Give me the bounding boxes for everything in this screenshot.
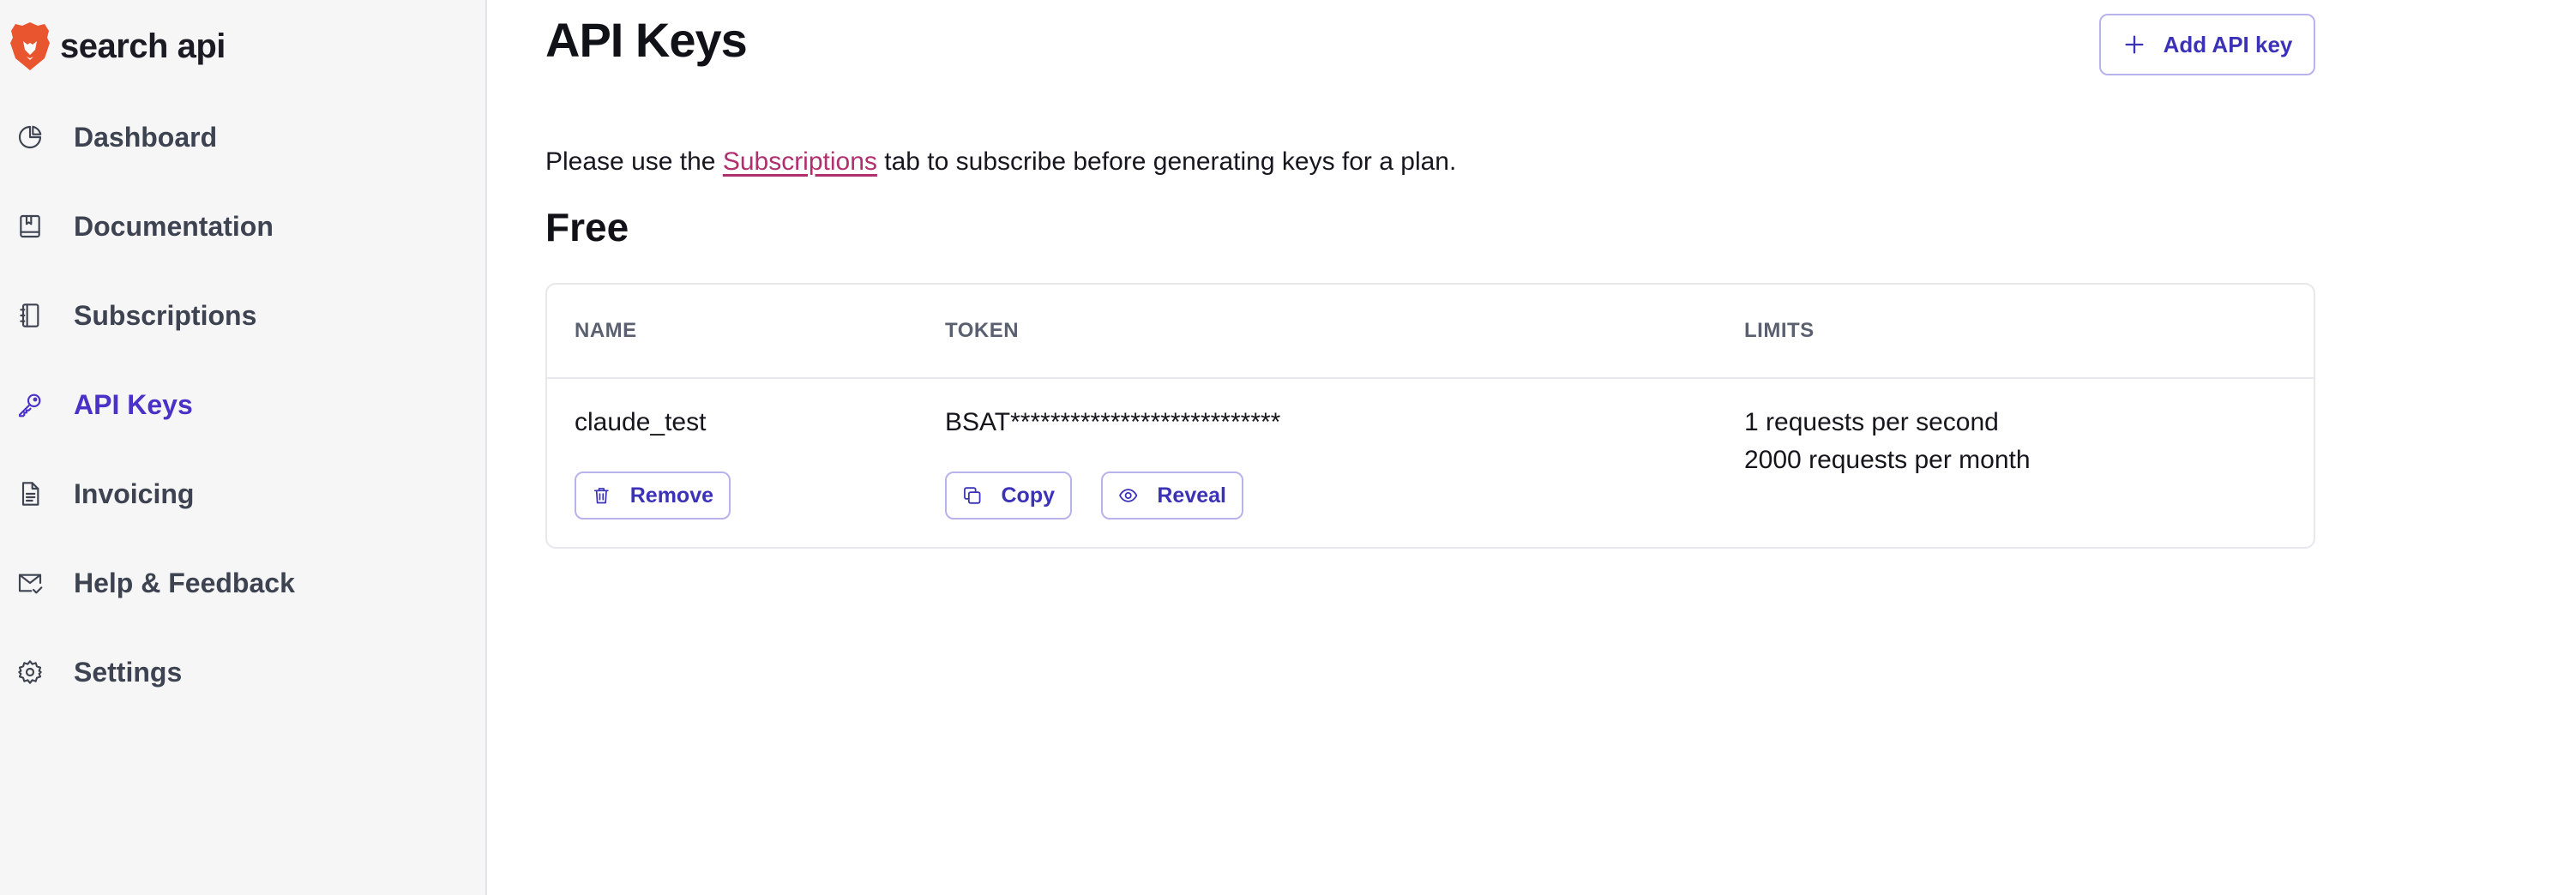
sidebar-item-subscriptions[interactable]: Subscriptions xyxy=(15,285,256,346)
remove-key-button[interactable]: Remove xyxy=(575,472,731,520)
trash-icon xyxy=(593,488,609,504)
notice-text-before: Please use the xyxy=(545,147,723,176)
subscription-notice: Please use the Subscriptions tab to subs… xyxy=(545,147,1456,177)
notice-text-after: tab to subscribe before generating keys … xyxy=(876,147,1457,176)
column-header-limits: LIMITS xyxy=(1744,319,1815,342)
subscriptions-link[interactable]: Subscriptions xyxy=(723,147,877,176)
notebook-icon xyxy=(15,301,45,330)
copy-token-button[interactable]: Copy xyxy=(945,472,1072,520)
sidebar-item-invoicing[interactable]: Invoicing xyxy=(15,463,194,525)
copy-icon xyxy=(964,487,981,504)
book-icon xyxy=(15,212,45,241)
page-title: API Keys xyxy=(545,13,748,67)
limit-per-second: 1 requests per second xyxy=(1744,408,1999,436)
sidebar-item-label: Settings xyxy=(74,656,183,688)
gear-icon xyxy=(15,658,45,687)
limit-per-month: 2000 requests per month xyxy=(1744,446,2031,474)
lion-logo-icon xyxy=(10,22,50,70)
column-header-name: NAME xyxy=(575,319,637,342)
pie-chart-icon xyxy=(15,123,45,152)
key-token: BSAT*************************** xyxy=(945,408,1281,436)
key-name: claude_test xyxy=(575,408,707,436)
mail-check-icon xyxy=(15,568,45,598)
sidebar-item-dashboard[interactable]: Dashboard xyxy=(15,106,217,168)
sidebar-item-label: Documentation xyxy=(74,210,274,242)
remove-label: Remove xyxy=(629,483,713,508)
sidebar-item-settings[interactable]: Settings xyxy=(15,641,182,703)
sidebar-item-label: Dashboard xyxy=(74,121,218,153)
column-header-token: TOKEN xyxy=(945,319,1020,342)
sidebar-item-label: Invoicing xyxy=(74,478,195,509)
reveal-label: Reveal xyxy=(1157,483,1226,508)
add-api-key-button[interactable]: Add API key xyxy=(2099,14,2315,75)
sidebar-item-documentation[interactable]: Documentation xyxy=(15,195,274,257)
plan-heading: Free xyxy=(545,205,629,249)
add-api-key-label: Add API key xyxy=(2163,31,2293,57)
sidebar-item-label: API Keys xyxy=(74,388,193,420)
table-header: NAME TOKEN LIMITS xyxy=(547,285,2314,379)
document-icon xyxy=(15,479,45,508)
reveal-token-button[interactable]: Reveal xyxy=(1101,472,1243,520)
brand-logo[interactable]: search api xyxy=(9,21,226,72)
key-icon xyxy=(15,390,45,419)
sidebar-item-label: Help & Feedback xyxy=(74,567,295,598)
brand-name: search api xyxy=(60,27,226,65)
plus-icon xyxy=(2125,35,2144,54)
sidebar-item-label: Subscriptions xyxy=(74,299,257,331)
sidebar-item-help-feedback[interactable]: Help & Feedback xyxy=(15,552,295,614)
sidebar-item-api-keys[interactable]: API Keys xyxy=(15,374,193,435)
api-keys-table: NAME TOKEN LIMITS claude_test BSAT******… xyxy=(545,283,2315,549)
copy-label: Copy xyxy=(1001,483,1056,508)
sidebar: search api Dashboard Documentation Subsc… xyxy=(0,0,487,895)
eye-icon xyxy=(1119,489,1138,502)
